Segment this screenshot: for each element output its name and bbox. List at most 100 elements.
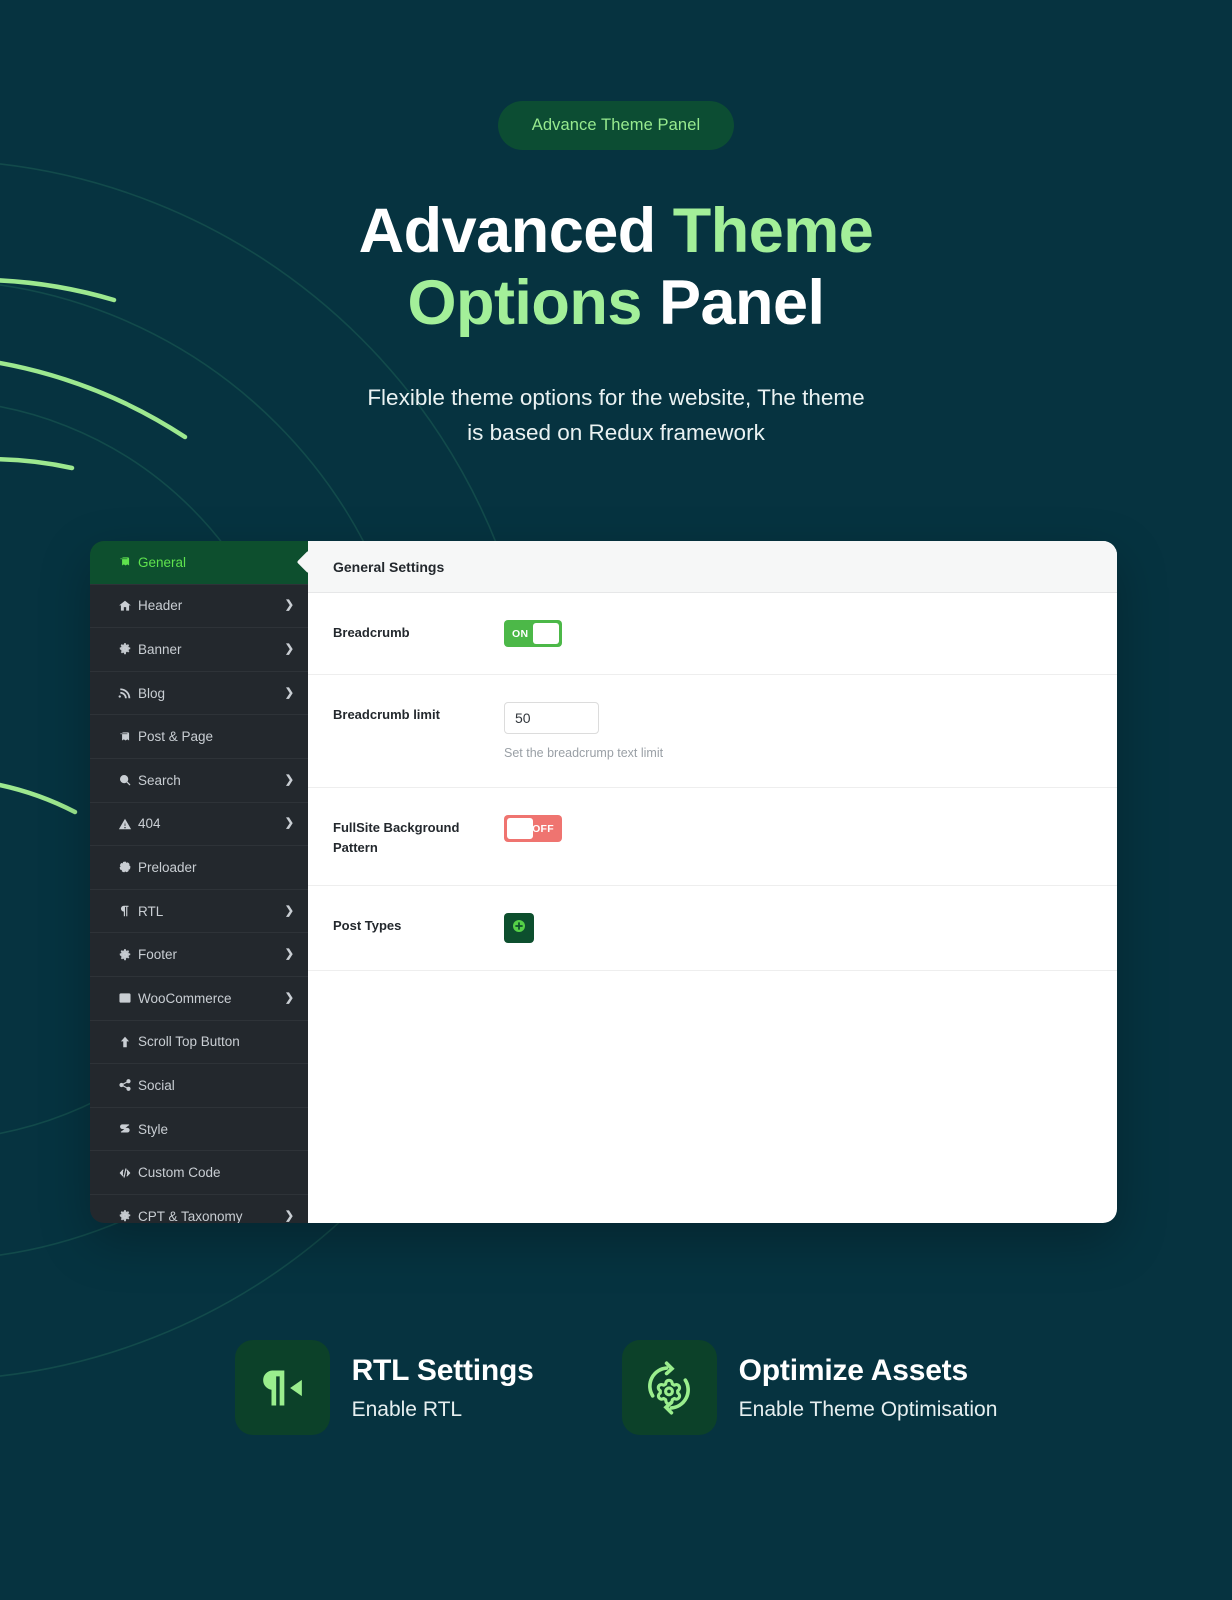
feature-cards: RTL Settings Enable RTL Optimize Assets Ena… [0, 1340, 1232, 1435]
gear-icon [118, 1209, 138, 1223]
plus-circle-icon [511, 918, 527, 939]
field-control: 50 Set the breadcrump text limit [504, 702, 1092, 760]
sidebar-item-label: Social [138, 1077, 175, 1093]
field-control: OFF [504, 815, 1092, 842]
feature-title: Optimize Assets [738, 1353, 968, 1387]
breadcrumb-limit-input[interactable]: 50 [504, 702, 599, 734]
title-accent-options: Options [407, 268, 642, 338]
sidebar-item-label: 404 [138, 816, 161, 832]
sidebar-item-custom-code[interactable]: Custom Code [90, 1151, 308, 1195]
field-label: Breadcrumb limit [333, 707, 440, 722]
sidebar-item-label: Footer [138, 947, 178, 963]
field-row: Post Types [308, 886, 1117, 971]
toggle-on[interactable]: ON [504, 620, 562, 647]
settings-fields: Breadcrumb ON Breadcrumb limit 50 Set the br… [308, 593, 1117, 971]
warning-icon [118, 817, 138, 831]
sidebar-item-label: General [138, 554, 187, 570]
chevron-right-icon: ❯ [284, 686, 294, 699]
sidebar-item-social[interactable]: Social [90, 1064, 308, 1108]
chevron-right-icon: ❯ [284, 642, 294, 655]
sidebar-item-rtl[interactable]: RTL ❯ [90, 890, 308, 934]
sidebar-item-label: Post & Page [138, 729, 214, 745]
toggle-state-label: ON [512, 627, 529, 640]
sidebar-item-label: Scroll Top Button [138, 1034, 240, 1050]
add-post-type-button[interactable] [504, 913, 534, 943]
hero-badge: Advance Theme Panel [497, 101, 735, 150]
hero-subtitle: Flexible theme options for the website, … [0, 380, 1232, 450]
book-icon [118, 730, 138, 744]
chevron-right-icon: ❯ [284, 948, 294, 961]
sidebar-item-style[interactable]: Style [90, 1108, 308, 1152]
title-segment-1: Advanced [358, 196, 673, 266]
sidebar-item-label: CPT & Taxonomy [138, 1208, 243, 1223]
hero-subtitle-line-2: is based on Redux framework [467, 420, 765, 445]
css-icon [118, 1122, 138, 1136]
toggle-knob [533, 623, 559, 644]
sidebar-item-label: Preloader [138, 859, 197, 875]
feature-subtitle: Enable RTL [351, 1397, 463, 1421]
sidebar-item-search[interactable]: Search ❯ [90, 759, 308, 803]
rss-icon [118, 686, 138, 700]
chevron-right-icon: ❯ [284, 817, 294, 830]
feature-card: RTL Settings Enable RTL [234, 1340, 534, 1435]
chevron-right-icon: ❯ [284, 991, 294, 1004]
sidebar-item-preloader[interactable]: Preloader [90, 846, 308, 890]
feature-text: Optimize Assets Enable Theme Optimisation [739, 1352, 998, 1424]
field-control [504, 913, 1092, 943]
theme-options-panel: General Header ❯ Banner ❯ Blog ❯ Post & Page Sea… [90, 541, 1117, 1223]
chevron-right-icon: ❯ [284, 773, 294, 786]
store-icon [118, 991, 138, 1005]
feature-card: Optimize Assets Enable Theme Optimisation [621, 1340, 998, 1435]
toggle-knob [507, 818, 533, 839]
field-row: Breadcrumb ON [308, 593, 1117, 675]
sidebar-item-label: RTL [138, 903, 164, 919]
field-label: FullSite Background Pattern [333, 820, 460, 855]
search-icon [118, 773, 138, 787]
sidebar-item-post-page[interactable]: Post & Page [90, 715, 308, 759]
feature-subtitle: Enable Theme Optimisation [738, 1397, 998, 1421]
sidebar-item-label: WooCommerce [138, 990, 232, 1006]
sidebar-item-scroll-top-button[interactable]: Scroll Top Button [90, 1021, 308, 1065]
sidebar-item-404[interactable]: 404 ❯ [90, 803, 308, 847]
sidebar-item-label: Blog [138, 685, 166, 701]
field-label: Breadcrumb [333, 625, 410, 640]
sidebar-item-label: Style [138, 1121, 169, 1137]
settings-content: General Settings Breadcrumb ON Breadcrumb … [308, 541, 1117, 1223]
settings-sidebar: General Header ❯ Banner ❯ Blog ❯ Post & Page Sea… [90, 541, 308, 1223]
toggle-off[interactable]: OFF [504, 815, 562, 842]
sidebar-item-footer[interactable]: Footer ❯ [90, 933, 308, 977]
sidebar-item-label: Banner [138, 641, 182, 657]
book-icon [118, 555, 138, 569]
sidebar-item-label: Header [138, 598, 183, 614]
sidebar-item-banner[interactable]: Banner ❯ [90, 628, 308, 672]
home-icon [118, 599, 138, 613]
page-root: Advance Theme Panel Advanced Theme Optio… [0, 0, 1232, 1600]
title-segment-2: Panel [641, 268, 825, 338]
arrow-up-icon [118, 1035, 138, 1049]
field-control: ON [504, 620, 1092, 647]
field-label: Post Types [333, 918, 402, 933]
chevron-right-icon: ❯ [284, 1209, 294, 1222]
optimize-gear-refresh-icon [621, 1340, 717, 1435]
sidebar-item-label: Custom Code [138, 1165, 221, 1181]
sidebar-item-woocommerce[interactable]: WooCommerce ❯ [90, 977, 308, 1021]
field-row: Breadcrumb limit 50 Set the breadcrump tex… [308, 675, 1117, 788]
content-heading: General Settings [308, 541, 1117, 593]
pilcrow-icon [118, 904, 138, 918]
field-row: FullSite Background Pattern OFF [308, 788, 1117, 886]
sidebar-item-blog[interactable]: Blog ❯ [90, 672, 308, 716]
feature-title: RTL Settings [351, 1353, 534, 1387]
field-helper-text: Set the breadcrump text limit [504, 746, 664, 760]
chevron-right-icon: ❯ [284, 904, 294, 917]
sidebar-item-header[interactable]: Header ❯ [90, 585, 308, 629]
title-accent-theme: Theme [672, 196, 874, 266]
sidebar-item-cpt-taxonomy[interactable]: CPT & Taxonomy ❯ [90, 1195, 308, 1223]
spinner-icon [118, 860, 138, 874]
hero-subtitle-line-1: Flexible theme options for the website, … [367, 385, 865, 410]
hero-section: Advance Theme Panel Advanced Theme Optio… [0, 0, 1232, 450]
page-title: Advanced Theme Options Panel [0, 195, 1232, 339]
gear-icon [118, 642, 138, 656]
chevron-right-icon: ❯ [284, 599, 294, 612]
share-icon [118, 1078, 138, 1092]
sidebar-item-general[interactable]: General [90, 541, 308, 585]
